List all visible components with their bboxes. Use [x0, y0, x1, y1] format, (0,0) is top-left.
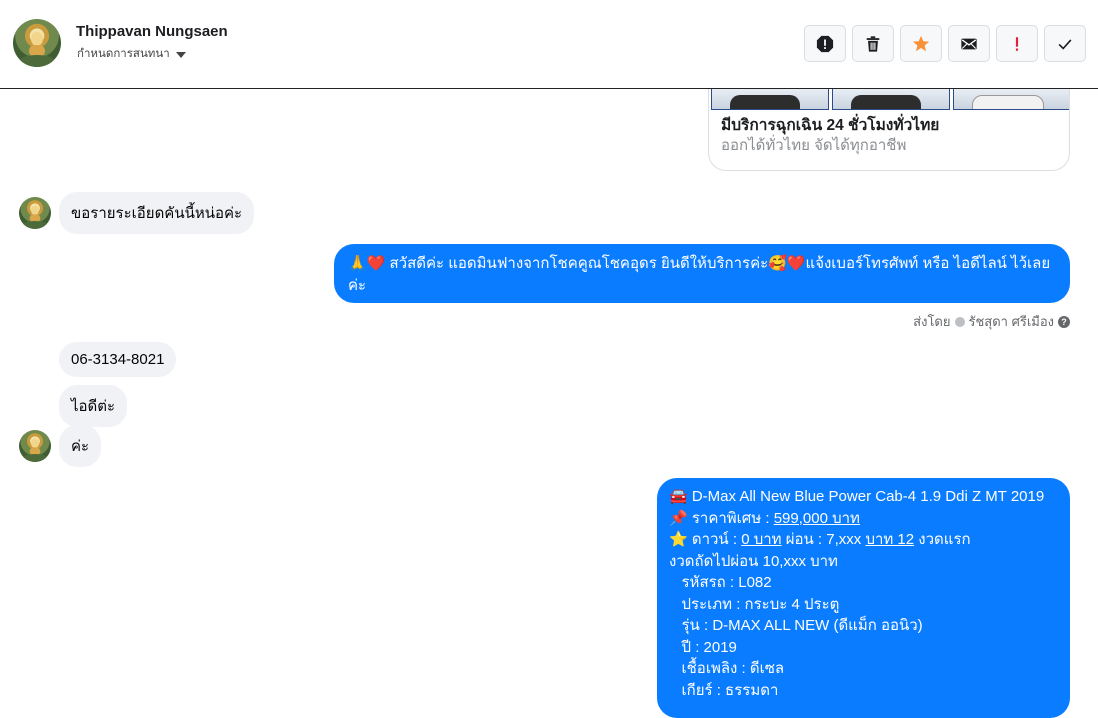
car-model-line: รุ่น : D-MAX ALL NEW (ดีแม็ก ออนิว)	[669, 617, 923, 634]
outgoing-car-details-message: 🚘 D-Max All New Blue Power Cab-4 1.9 Ddi…	[657, 478, 1070, 718]
mark-unread-button[interactable]	[948, 25, 990, 62]
incoming-message: 06-3134-8021	[59, 342, 177, 377]
star-icon	[912, 35, 930, 51]
contact-name[interactable]: Thippavan Nungsaen	[76, 23, 228, 40]
spam-button[interactable]	[804, 25, 846, 62]
schedule-dropdown[interactable]: กำหนดการสนทนา	[77, 45, 186, 63]
help-icon[interactable]: ?	[1058, 315, 1070, 328]
contact-avatar[interactable]	[13, 19, 61, 67]
spam-icon	[816, 35, 834, 52]
trash-icon	[866, 35, 880, 52]
car-type-line: ประเภท : กระบะ 4 ประตู	[669, 595, 840, 613]
caret-down-icon	[175, 51, 186, 58]
contact-avatar	[19, 430, 51, 462]
down-payment-line: ⭐ ดาวน์ : 0 บาท ผ่อน : 7,xxx บาท 12 งวดแ…	[669, 529, 1058, 551]
outgoing-message: 🙏❤️ สวัสดีค่ะ แอดมินฟางจากโชคคูณโชคอุดร …	[334, 244, 1070, 303]
next-installment-line: งวดถัดไปผ่อน 10,xxx บาท	[669, 552, 838, 570]
star-button[interactable]	[900, 25, 942, 62]
important-button[interactable]	[996, 25, 1038, 62]
schedule-label: กำหนดการสนทนา	[77, 48, 170, 60]
mail-icon	[961, 38, 977, 49]
car-title-line: 🚘 D-Max All New Blue Power Cab-4 1.9 Ddi…	[669, 488, 1045, 505]
shared-post-card[interactable]: มีบริการฉุกเฉิน 24 ชั่วโมงทั่วไทย ออกได้…	[708, 89, 1070, 171]
card-subtitle: ออกได้ทั่วไทย จัดได้ทุกอาชีพ	[721, 137, 907, 154]
sent-by-name[interactable]: รัชสุดา ศรีเมือง	[969, 311, 1055, 332]
agent-avatar-icon	[954, 316, 965, 327]
incoming-message: ไอดีต่ะ	[59, 385, 128, 427]
mark-done-button[interactable]	[1044, 25, 1086, 62]
car-fuel-line: เชื้อเพลิง : ดีเซล	[669, 660, 785, 677]
down-label: ⭐ ดาวน์ :	[669, 531, 742, 548]
toolbar	[804, 25, 1086, 62]
car-year-line: ปี : 2019	[669, 638, 737, 656]
price-value: 599,000 บาท	[773, 509, 860, 527]
price-line: 📌 ราคาพิเศษ : 599,000 บาท	[669, 508, 1058, 530]
card-image	[953, 89, 1069, 110]
conversation-header: Thippavan Nungsaen กำหนดการสนทนา	[0, 0, 1098, 89]
price-label: 📌 ราคาพิเศษ :	[669, 509, 774, 527]
card-image	[711, 89, 829, 110]
installment-count: บาท 12	[865, 531, 915, 548]
card-image	[832, 89, 950, 110]
check-icon	[1058, 38, 1072, 50]
down-value: 0 บาท	[741, 531, 782, 548]
car-code-line: รหัสรถ : L082	[669, 574, 772, 591]
incoming-message: ขอรายระเอียดคันนี้หน่อค่ะ	[59, 192, 255, 234]
important-icon	[1015, 36, 1019, 51]
sent-by-info: ส่งโดย รัชสุดา ศรีเมือง ?	[913, 311, 1070, 332]
sent-by-label: ส่งโดย	[913, 314, 951, 329]
installment-suffix: งวดแรก	[914, 531, 971, 548]
installment-label: ผ่อน : 7,xxx	[781, 531, 866, 548]
car-gear-line: เกียร์ : ธรรมดา	[669, 681, 779, 699]
contact-avatar	[19, 197, 51, 229]
incoming-message: ค่ะ	[59, 425, 102, 467]
card-image-strip	[709, 89, 1069, 110]
delete-button[interactable]	[852, 25, 894, 62]
